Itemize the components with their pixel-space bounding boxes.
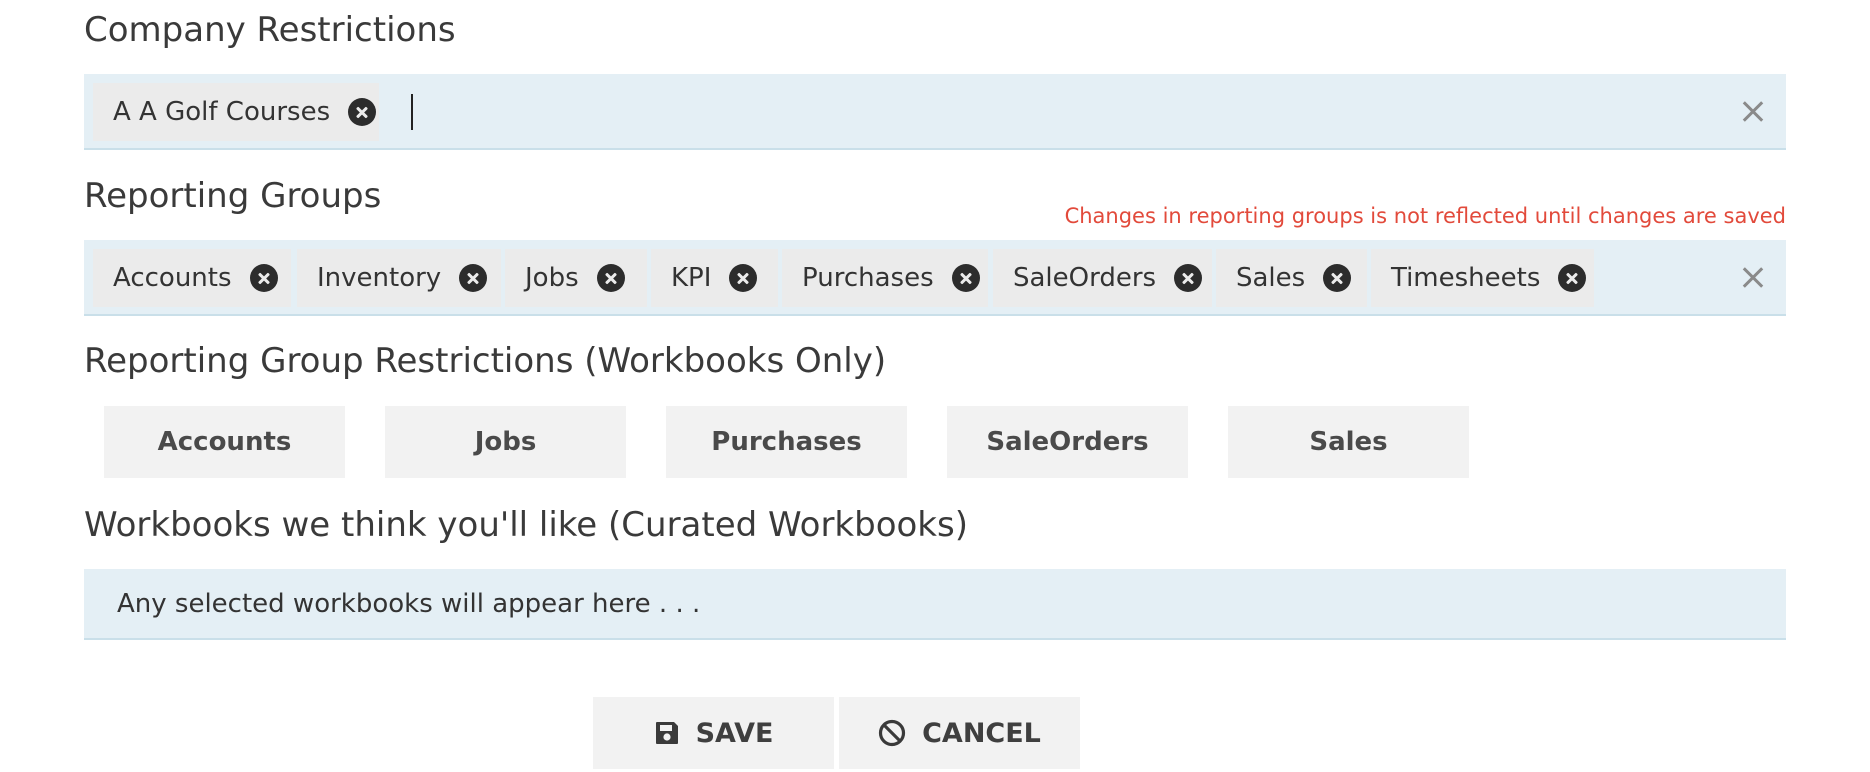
curated-workbooks-title: Workbooks we think you'll like (Curated …	[84, 505, 968, 545]
floppy-disk-icon	[655, 722, 678, 744]
curated-workbooks-list[interactable]: Any selected workbooks will appear here …	[84, 569, 1786, 640]
reporting-group-chip-label: Accounts	[113, 263, 232, 293]
remove-chip-icon[interactable]	[951, 264, 980, 292]
restriction-button-sales[interactable]: Sales	[1228, 406, 1469, 478]
reporting-groups-input[interactable]: Accounts Inventory Jobs KPI Purchases Sa…	[84, 240, 1786, 316]
remove-chip-icon[interactable]	[459, 264, 488, 292]
restriction-button-purchases[interactable]: Purchases	[666, 406, 907, 478]
restriction-button-accounts[interactable]: Accounts	[104, 406, 345, 478]
reporting-groups-title: Reporting Groups	[84, 176, 382, 216]
restriction-button-saleorders[interactable]: SaleOrders	[947, 406, 1188, 478]
company-restrictions-input[interactable]: A A Golf Courses	[84, 74, 1786, 150]
reporting-group-chip: Inventory	[297, 249, 501, 307]
reporting-group-chip: Accounts	[93, 249, 291, 307]
reporting-group-chip: Timesheets	[1371, 249, 1594, 307]
reporting-group-chip-label: SaleOrders	[1013, 263, 1157, 293]
text-caret	[411, 94, 413, 130]
reporting-group-chip: Jobs	[505, 249, 647, 307]
remove-chip-icon[interactable]	[596, 264, 625, 292]
reporting-group-chip: Purchases	[782, 249, 988, 307]
remove-chip-icon[interactable]	[249, 264, 278, 292]
clear-all-icon[interactable]	[1742, 266, 1764, 288]
reporting-group-chip-label: Purchases	[802, 263, 934, 293]
reporting-group-chip-label: Jobs	[525, 263, 579, 293]
cancel-label: CANCEL	[922, 717, 1041, 749]
user-permissions-panel: Company Restrictions A A Golf Courses Re…	[0, 0, 1870, 772]
company-chip: A A Golf Courses	[93, 83, 379, 141]
save-button[interactable]: SAVE	[593, 697, 834, 769]
ban-icon	[879, 719, 906, 747]
reporting-group-chip: Sales	[1216, 249, 1367, 307]
reporting-group-restrictions-title: Reporting Group Restrictions (Workbooks …	[84, 341, 887, 381]
reporting-group-chip-label: KPI	[671, 263, 712, 293]
reporting-group-chip: KPI	[651, 249, 778, 307]
remove-chip-icon[interactable]	[1558, 264, 1587, 292]
reporting-group-chip-label: Timesheets	[1391, 263, 1541, 293]
clear-all-icon[interactable]	[1742, 100, 1764, 122]
reporting-group-chip-label: Inventory	[317, 263, 442, 293]
remove-chip-icon[interactable]	[729, 264, 758, 292]
remove-chip-icon[interactable]	[1174, 264, 1203, 292]
remove-chip-icon[interactable]	[348, 98, 377, 126]
company-chip-label: A A Golf Courses	[113, 97, 331, 127]
reporting-group-chip-label: Sales	[1236, 263, 1306, 293]
save-label: SAVE	[695, 717, 774, 749]
curated-workbooks-placeholder: Any selected workbooks will appear here …	[117, 588, 701, 619]
cancel-button[interactable]: CANCEL	[839, 697, 1080, 769]
remove-chip-icon[interactable]	[1323, 264, 1352, 292]
reporting-group-chip: SaleOrders	[993, 249, 1212, 307]
company-restrictions-title: Company Restrictions	[84, 10, 456, 50]
reporting-groups-warning: Changes in reporting groups is not refle…	[1064, 204, 1786, 228]
restriction-button-jobs[interactable]: Jobs	[385, 406, 626, 478]
